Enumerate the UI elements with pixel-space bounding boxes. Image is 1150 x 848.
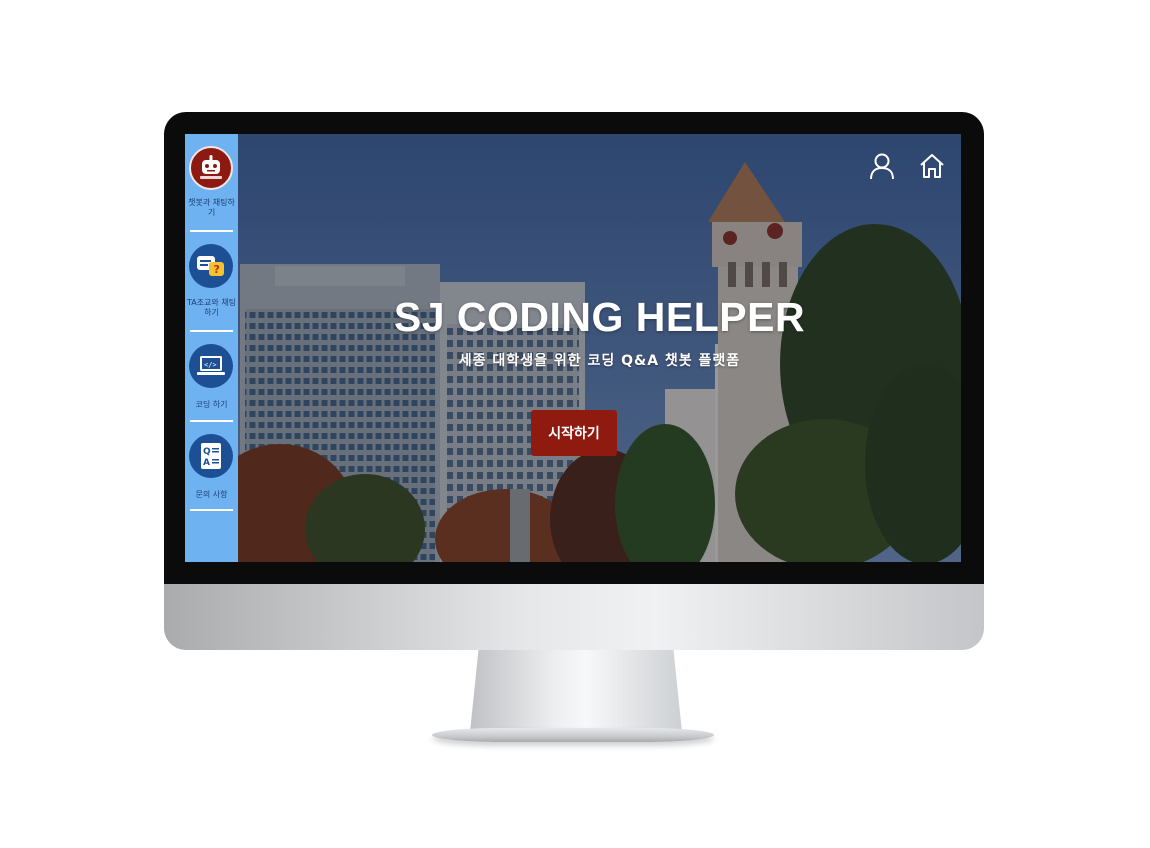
monitor-mockup: 챗봇과 채팅하기 ? TA조교와 채팅하기 </> 코딩 하기 Q A 문의 사…	[0, 0, 1150, 848]
qa-document-icon[interactable]: Q A	[189, 434, 233, 478]
svg-text:</>: </>	[204, 361, 217, 369]
robot-icon	[200, 155, 222, 179]
sidebar: 챗봇과 채팅하기 ? TA조교와 채팅하기 </> 코딩 하기 Q A 문의 사…	[185, 134, 238, 562]
svg-text:?: ?	[214, 263, 220, 276]
question-chat-icon[interactable]: ?	[189, 244, 233, 288]
sidebar-item-label[interactable]: 문의 사항	[185, 490, 238, 500]
monitor-stand-neck	[470, 650, 682, 732]
sidebar-divider	[190, 420, 233, 422]
sidebar-item-label[interactable]: 챗봇과 채팅하기	[185, 198, 238, 218]
sidebar-item-label[interactable]: TA조교와 채팅하기	[185, 298, 238, 318]
sidebar-divider	[190, 509, 233, 511]
sidebar-divider	[190, 330, 233, 332]
screen: 챗봇과 채팅하기 ? TA조교와 채팅하기 </> 코딩 하기 Q A 문의 사…	[185, 134, 961, 562]
monitor-chin	[164, 584, 984, 650]
robot-mascot-logo[interactable]	[189, 146, 233, 190]
svg-text:A: A	[203, 458, 210, 468]
sidebar-divider	[190, 230, 233, 232]
home-icon[interactable]	[918, 152, 946, 180]
page-title: SJ CODING HELPER	[393, 294, 806, 340]
code-laptop-icon[interactable]: </>	[189, 344, 233, 388]
sidebar-item-label[interactable]: 코딩 하기	[185, 400, 238, 410]
page-subtitle: 세종 대학생을 위한 코딩 Q&A 챗봇 플랫폼	[458, 353, 741, 369]
svg-text:Q: Q	[203, 447, 211, 457]
start-button[interactable]: 시작하기	[531, 410, 617, 456]
user-icon[interactable]	[868, 152, 896, 180]
monitor-stand-base	[432, 728, 714, 742]
campus-background-image	[185, 134, 961, 562]
